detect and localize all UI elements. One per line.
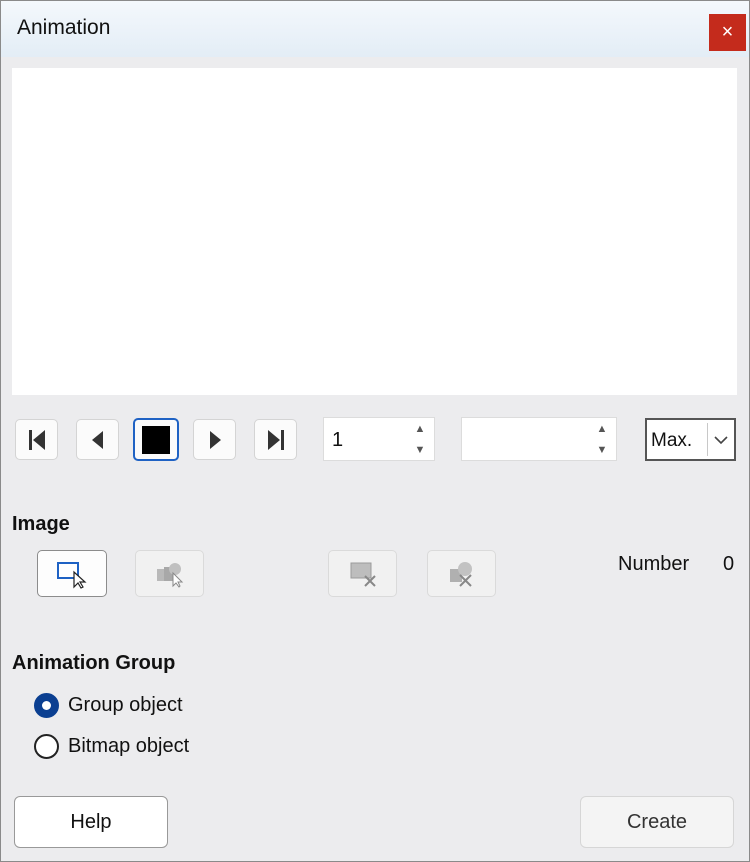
- window-title: Animation: [17, 16, 111, 39]
- image-number-spinbox[interactable]: 1 ▲ ▼: [323, 417, 435, 461]
- play-backward-icon: [91, 430, 103, 449]
- spin-up-icon[interactable]: ▲: [588, 418, 616, 439]
- animation-preview: [12, 68, 737, 395]
- stop-button[interactable]: [133, 418, 179, 461]
- skip-to-last-icon: [267, 429, 284, 450]
- close-button[interactable]: ×: [709, 14, 746, 51]
- bitmap-object-label: Bitmap object: [68, 734, 190, 757]
- stop-icon: [142, 425, 170, 454]
- apply-objects-icon: [156, 562, 183, 588]
- loop-count-value: Max.: [651, 430, 693, 451]
- loop-count-dropdown[interactable]: Max.: [645, 418, 736, 461]
- first-image-button[interactable]: [15, 419, 58, 460]
- apply-object-icon: [57, 561, 87, 589]
- spin-down-icon[interactable]: ▼: [406, 439, 434, 460]
- skip-to-first-icon: [28, 429, 45, 450]
- backwards-button[interactable]: [76, 419, 119, 460]
- animation-group-heading: Animation Group: [12, 652, 176, 674]
- apply-objects-individually-button[interactable]: [135, 550, 204, 597]
- help-button[interactable]: Help: [14, 796, 168, 848]
- group-object-option[interactable]: Group object: [34, 690, 183, 720]
- delete-current-image-button[interactable]: [328, 550, 397, 597]
- bitmap-object-option[interactable]: Bitmap object: [34, 731, 189, 761]
- last-image-button[interactable]: [254, 419, 297, 460]
- image-heading: Image: [12, 513, 70, 535]
- spin-down-icon[interactable]: ▼: [588, 439, 616, 460]
- play-icon: [209, 430, 221, 449]
- duration-spinbox[interactable]: ▲ ▼: [461, 417, 617, 461]
- image-number-value: 1: [332, 429, 344, 451]
- number-label: Number: [618, 553, 690, 575]
- number-value: 0: [723, 553, 735, 575]
- chevron-down-icon: [714, 436, 728, 445]
- delete-all-images-icon: [449, 561, 472, 587]
- delete-all-images-button[interactable]: [427, 550, 496, 597]
- title-bar: Animation ×: [1, 1, 749, 57]
- group-object-radio[interactable]: [34, 692, 59, 718]
- play-button[interactable]: [193, 419, 236, 460]
- spin-up-icon[interactable]: ▲: [406, 418, 434, 439]
- group-object-label: Group object: [68, 693, 183, 716]
- delete-image-icon: [350, 562, 376, 587]
- create-button[interactable]: Create: [580, 796, 734, 848]
- bitmap-object-radio[interactable]: [34, 733, 59, 759]
- animation-dialog: Animation × 1 ▲ ▼ ▲ ▼ Max. Image Number …: [0, 0, 750, 862]
- apply-object-button[interactable]: [37, 550, 107, 597]
